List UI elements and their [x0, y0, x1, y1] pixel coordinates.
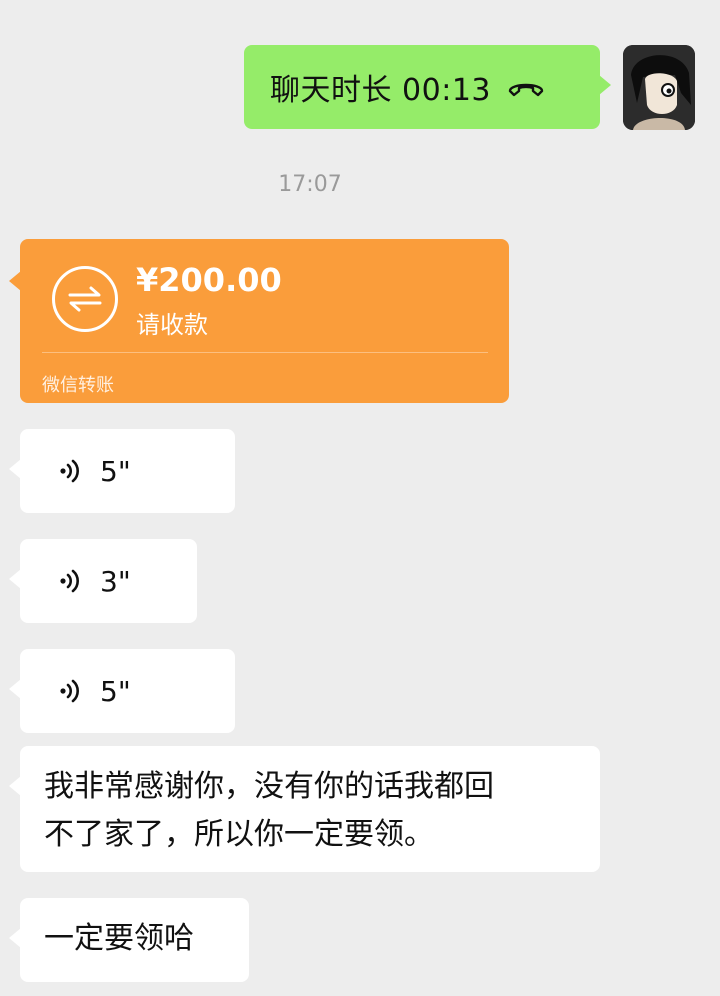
avatar-image	[623, 45, 695, 130]
text-message-line: 我非常感谢你，没有你的话我都回	[44, 769, 494, 804]
voice-duration: 3"	[100, 564, 131, 598]
voice-wave-icon	[60, 679, 79, 703]
voice-message[interactable]: 3"	[9, 539, 197, 623]
text-message-line: 不了家了，所以你一定要领。	[44, 817, 434, 852]
voice-duration: 5"	[100, 454, 131, 488]
voice-message[interactable]: 5"	[9, 649, 235, 733]
text-message[interactable]: 我非常感谢你，没有你的话我都回 不了家了，所以你一定要领。	[9, 746, 600, 872]
text-message-line: 一定要领哈	[44, 921, 194, 956]
avatar[interactable]	[623, 45, 695, 130]
transfer-card[interactable]: ¥200.00 请收款 微信转账	[9, 239, 509, 403]
transfer-footer-label: 微信转账	[42, 375, 114, 396]
hangup-icon	[508, 83, 544, 97]
transfer-divider	[42, 352, 488, 353]
voice-wave-icon	[60, 569, 79, 593]
call-record-bubble[interactable]: 聊天时长 00:13	[244, 45, 611, 129]
voice-message[interactable]: 5"	[9, 429, 235, 513]
transfer-arrows-icon	[52, 266, 118, 332]
text-message[interactable]: 一定要领哈	[9, 898, 249, 982]
voice-duration: 5"	[100, 674, 131, 708]
call-duration-label: 聊天时长 00:13	[270, 73, 491, 108]
transfer-status: 请收款	[136, 311, 208, 339]
message-timestamp: 17:07	[278, 172, 342, 197]
voice-wave-icon	[60, 459, 79, 483]
transfer-amount: ¥200.00	[136, 261, 282, 299]
